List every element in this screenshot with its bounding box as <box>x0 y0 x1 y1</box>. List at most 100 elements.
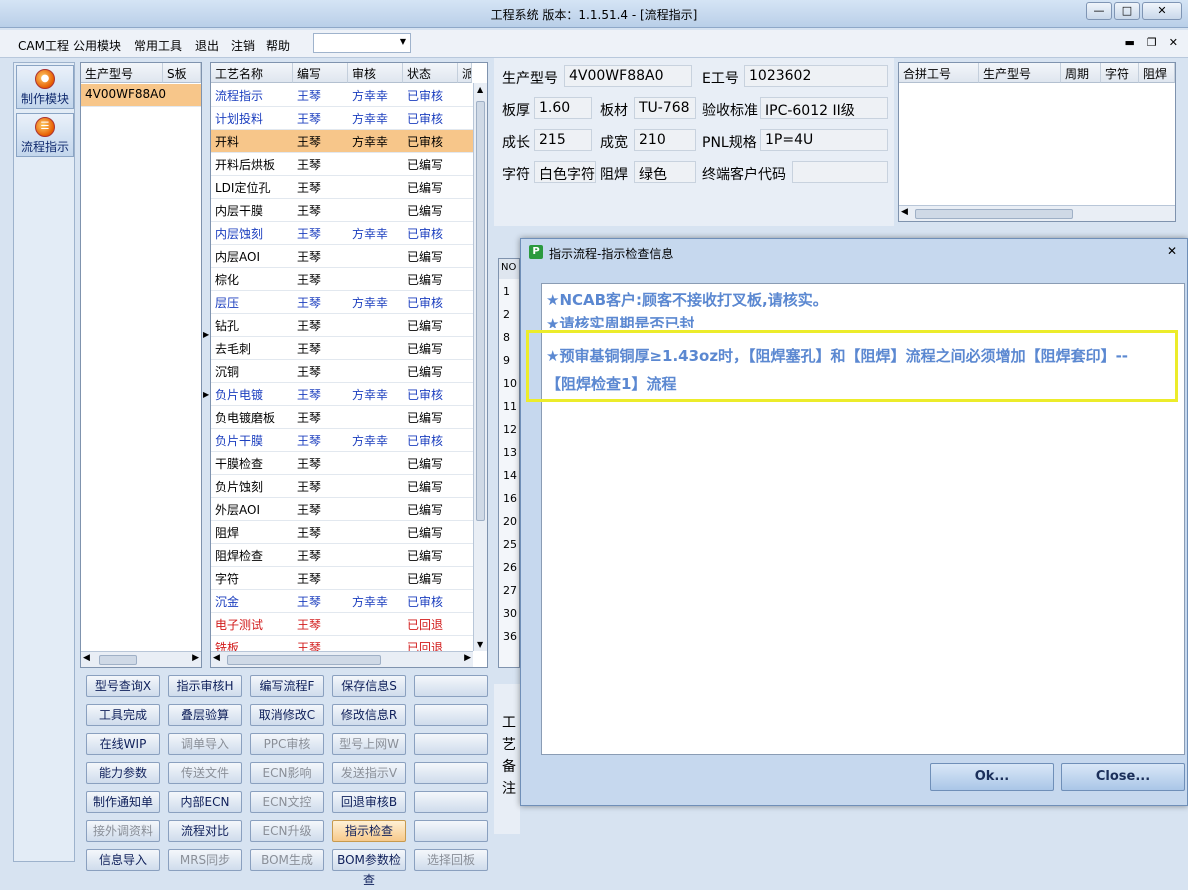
header-reviewer[interactable]: 审核 <box>348 63 403 83</box>
action-button[interactable]: 指示审核H <box>168 675 242 697</box>
standard-field[interactable]: IPC-6012 II级 <box>760 97 888 119</box>
window-titlebar[interactable]: 工程系统 版本：1.1.51.4 - [流程指示] — □ ✕ <box>0 0 1188 28</box>
thickness-field[interactable]: 1.60 <box>534 97 592 119</box>
model-field[interactable]: 4V00WF88A0 <box>564 65 692 87</box>
action-button[interactable] <box>414 762 488 784</box>
action-button[interactable]: 在线WIP <box>86 733 160 755</box>
table-row[interactable]: 去毛刺 王琴 已编写 <box>211 337 473 360</box>
scroll-left-icon[interactable]: ◀ <box>213 653 220 663</box>
splitter-arrow-icon[interactable]: ▶ <box>203 330 209 339</box>
table-row[interactable]: 电子测试 王琴 已回退 <box>211 613 473 636</box>
table-row[interactable]: 阻焊检查 王琴 已编写 <box>211 544 473 567</box>
scroll-down-icon[interactable]: ▼ <box>477 640 483 649</box>
width-field[interactable]: 210 <box>634 129 696 151</box>
horizontal-scrollbar[interactable]: ◀ <box>899 205 1175 221</box>
eno-field[interactable]: 1023602 <box>744 65 888 87</box>
table-row[interactable]: 负电镀磨板 王琴 已编写 <box>211 406 473 429</box>
action-button[interactable] <box>414 704 488 726</box>
action-button[interactable]: 工具完成 <box>86 704 160 726</box>
table-row[interactable]: 棕化 王琴 已编写 <box>211 268 473 291</box>
action-button[interactable]: 制作通知单 <box>86 791 160 813</box>
char-field[interactable]: 白色字符 <box>534 161 596 183</box>
table-row[interactable]: 阻焊 王琴 已编写 <box>211 521 473 544</box>
header-merge-model[interactable]: 生产型号 <box>979 63 1061 83</box>
action-button[interactable] <box>414 791 488 813</box>
mdi-minimize-icon[interactable]: ▬ <box>1125 36 1135 49</box>
action-button[interactable]: 能力参数 <box>86 762 160 784</box>
menu-public[interactable]: 公用模块 <box>73 37 121 54</box>
scroll-left-icon[interactable]: ◀ <box>83 653 90 663</box>
mask-field[interactable]: 绿色 <box>634 161 696 183</box>
header-model[interactable]: 生产型号 <box>81 63 163 83</box>
close-icon[interactable]: ✕ <box>1161 241 1183 261</box>
action-button[interactable]: MRS同步 <box>168 849 242 871</box>
menu-combo[interactable]: ▼ <box>313 33 411 53</box>
action-button[interactable]: 型号查询X <box>86 675 160 697</box>
table-row[interactable]: 内层干膜 王琴 已编写 <box>211 199 473 222</box>
customer-field[interactable] <box>792 161 888 183</box>
action-button[interactable]: 叠层验算 <box>168 704 242 726</box>
action-button[interactable] <box>414 733 488 755</box>
menu-logout[interactable]: 注销 <box>231 37 255 54</box>
header-writer[interactable]: 编写 <box>293 63 348 83</box>
pnl-field[interactable]: 1P=4U <box>760 129 888 151</box>
table-row[interactable]: 开料 王琴 方幸幸 已审核 <box>211 130 473 153</box>
menu-exit[interactable]: 退出 <box>195 37 219 54</box>
action-button[interactable]: ECN升级 <box>250 820 324 842</box>
table-row[interactable]: 计划投料 王琴 方幸幸 已审核 <box>211 107 473 130</box>
vertical-scrollbar[interactable]: ▲ ▼ <box>473 83 487 651</box>
header-dispatch[interactable]: 派 <box>458 63 472 83</box>
action-button[interactable]: 指示检查 <box>332 820 406 842</box>
header-merge-no[interactable]: 合拼工号 <box>899 63 979 83</box>
list-item[interactable]: 4V00WF88A0 <box>81 84 201 107</box>
table-row[interactable]: 钻孔 王琴 已编写 <box>211 314 473 337</box>
scroll-thumb[interactable] <box>915 209 1073 219</box>
scroll-thumb[interactable] <box>476 101 485 521</box>
action-button[interactable]: 修改信息R <box>332 704 406 726</box>
table-row[interactable]: 沉铜 王琴 已编写 <box>211 360 473 383</box>
header-merge-mask[interactable]: 阻焊 <box>1139 63 1175 83</box>
action-button[interactable]: 发送指示V <box>332 762 406 784</box>
action-button[interactable]: 回退审核B <box>332 791 406 813</box>
horizontal-scrollbar[interactable]: ◀ ▶ <box>81 651 201 667</box>
scroll-thumb[interactable] <box>227 655 381 665</box>
header-status[interactable]: 状态 <box>403 63 458 83</box>
material-field[interactable]: TU-768 <box>634 97 696 119</box>
header-merge-period[interactable]: 周期 <box>1061 63 1101 83</box>
scroll-right-icon[interactable]: ▶ <box>192 653 199 663</box>
table-row[interactable]: 层压 王琴 方幸幸 已审核 <box>211 291 473 314</box>
action-button[interactable]: 调单导入 <box>168 733 242 755</box>
menu-help[interactable]: 帮助 <box>266 37 290 54</box>
action-button[interactable]: 编写流程F <box>250 675 324 697</box>
action-button[interactable]: 传送文件 <box>168 762 242 784</box>
menu-tools[interactable]: 常用工具 <box>134 37 182 54</box>
table-row[interactable]: 开料后烘板 王琴 已编写 <box>211 153 473 176</box>
scroll-up-icon[interactable]: ▲ <box>477 85 483 94</box>
header-merge-char[interactable]: 字符 <box>1101 63 1139 83</box>
maximize-button[interactable]: □ <box>1114 2 1140 20</box>
table-row[interactable]: 流程指示 王琴 方幸幸 已审核 <box>211 84 473 107</box>
action-button[interactable]: 流程对比 <box>168 820 242 842</box>
sidebar-item-make-module[interactable]: ● 制作模块 <box>16 65 74 109</box>
action-button[interactable]: 选择回板 <box>414 849 488 871</box>
action-button[interactable]: 型号上网W <box>332 733 406 755</box>
action-button[interactable] <box>414 820 488 842</box>
scroll-right-icon[interactable]: ▶ <box>464 653 471 663</box>
action-button[interactable]: 接外调资料 <box>86 820 160 842</box>
table-row[interactable]: 内层蚀刻 王琴 方幸幸 已审核 <box>211 222 473 245</box>
scroll-left-icon[interactable]: ◀ <box>901 207 908 217</box>
table-row[interactable]: 字符 王琴 已编写 <box>211 567 473 590</box>
table-row[interactable]: 干膜检查 王琴 已编写 <box>211 452 473 475</box>
splitter-arrow-icon[interactable]: ▶ <box>203 390 209 399</box>
table-row[interactable]: LDI定位孔 王琴 已编写 <box>211 176 473 199</box>
action-button[interactable]: BOM参数检查 <box>332 849 406 887</box>
table-row[interactable]: 负片蚀刻 王琴 已编写 <box>211 475 473 498</box>
table-row[interactable]: 负片干膜 王琴 方幸幸 已审核 <box>211 429 473 452</box>
action-button[interactable]: 保存信息S <box>332 675 406 697</box>
length-field[interactable]: 215 <box>534 129 592 151</box>
sidebar-item-process[interactable]: ☰ 流程指示 <box>16 113 74 157</box>
action-button[interactable]: 内部ECN <box>168 791 242 813</box>
table-row[interactable]: 内层AOI 王琴 已编写 <box>211 245 473 268</box>
minimize-button[interactable]: — <box>1086 2 1112 20</box>
mdi-close-icon[interactable]: ✕ <box>1169 36 1178 49</box>
